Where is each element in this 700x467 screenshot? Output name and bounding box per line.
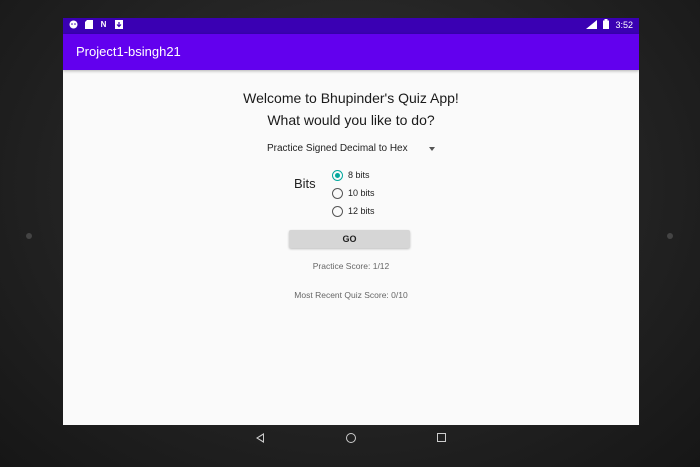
radio-unchecked-icon [332,187,343,199]
status-time: 3:52 [615,20,633,30]
practice-score: Practice Score: 1/12 [312,261,390,271]
device-sensor-dot [667,233,673,239]
radio-12-bits[interactable]: 12 bits [332,203,375,219]
welcome-text: Welcome to Bhupinder's Quiz App! [243,90,459,106]
recents-icon[interactable] [437,433,446,442]
app-bar: Project1-bsingh21 [63,34,639,70]
radio-label: 10 bits [348,188,375,198]
dropdown-arrow-icon [429,147,435,151]
radio-unchecked-icon [332,205,343,217]
quiz-score: Most Recent Quiz Score: 0/10 [294,290,408,300]
bits-label: Bits [294,176,316,191]
device-screen: N 3:52 Project1-bsingh21 Welcome to Bhup… [63,18,639,425]
radio-8-bits[interactable]: 8 bits [332,167,370,183]
main-content: Welcome to Bhupinder's Quiz App! What wo… [63,70,639,425]
n-icon: N [100,20,107,29]
radio-10-bits[interactable]: 10 bits [332,185,375,201]
home-icon[interactable] [346,433,356,443]
status-icons-left: N [69,20,123,29]
question-text: What would you like to do? [267,112,435,128]
download-icon [114,20,123,29]
mode-dropdown[interactable]: Practice Signed Decimal to Hex [267,142,435,158]
status-icons-right: 3:52 [586,19,633,31]
go-button[interactable]: GO [289,230,410,248]
app-title: Project1-bsingh21 [76,44,181,59]
battery-icon [603,19,610,31]
android-icon [69,20,78,29]
device-sensor-dot [26,233,32,239]
lte-signal-icon [586,19,598,31]
status-bar: N 3:52 [63,18,639,34]
back-icon-inner [258,435,263,441]
navigation-bar [63,425,639,453]
mode-dropdown-value: Practice Signed Decimal to Hex [267,143,408,154]
radio-checked-icon [332,169,343,181]
radio-label: 12 bits [348,206,375,216]
radio-label: 8 bits [348,170,370,180]
sd-card-icon [84,20,93,29]
